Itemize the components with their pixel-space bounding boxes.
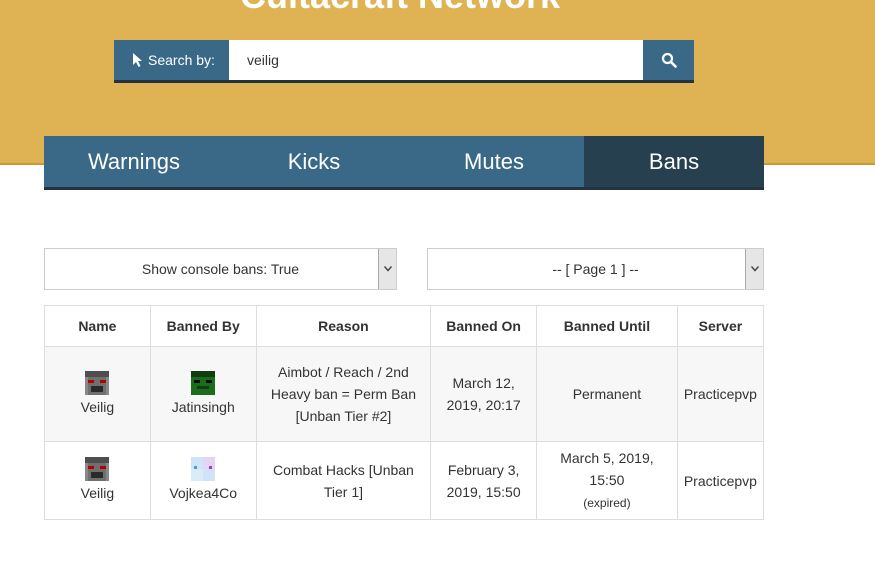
chevron-down-icon (745, 249, 763, 289)
player-avatar (85, 457, 110, 481)
punishment-tabs: Warnings Kicks Mutes Bans (44, 136, 764, 190)
staff-name: Jatinsingh (171, 398, 235, 415)
banned-until-value: March 5, 2019, 15:50 (560, 450, 654, 488)
banned-until-value: Permanent (572, 386, 642, 402)
search-input[interactable] (229, 40, 643, 80)
banned-until-cell: March 5, 2019, 15:50 (expired) (536, 441, 678, 520)
header-banned-on: Banned On (430, 305, 538, 347)
table-header-row: Name Banned By Reason Banned On Banned U… (44, 305, 765, 347)
page-select-value: -- [ Page 1 ] -- (552, 261, 639, 277)
header-server: Server (676, 305, 765, 347)
reason-cell: Aimbot / Reach / 2nd Heavy ban = Perm Ba… (255, 346, 432, 442)
site-title: Cultacraft Network (240, 0, 560, 14)
banned-by-cell[interactable]: Jatinsingh (149, 346, 257, 442)
table-row[interactable]: Veilig Jatinsingh Aimbot / Reach / 2nd H… (44, 346, 765, 442)
cursor-icon (133, 53, 142, 67)
page-select[interactable]: -- [ Page 1 ] -- (427, 248, 764, 290)
server-cell: Practicepvp (676, 441, 765, 520)
tab-mutes[interactable]: Mutes (404, 136, 584, 187)
header-banned-until: Banned Until (536, 305, 678, 347)
chevron-down-icon (378, 249, 396, 289)
header-banned-by: Banned By (149, 305, 257, 347)
tab-warnings[interactable]: Warnings (44, 136, 224, 187)
server-cell: Practicepvp (676, 346, 765, 442)
search-by-text: Search by: (148, 52, 215, 68)
name-cell[interactable]: Veilig (44, 346, 151, 442)
search-by-label: Search by: (114, 40, 229, 80)
console-bans-value: Show console bans: True (141, 261, 300, 277)
player-name: Veilig (80, 398, 115, 415)
banned-by-cell[interactable]: Vojkea4Co (149, 441, 257, 520)
staff-avatar (191, 457, 216, 481)
banned-until-cell: Permanent (536, 346, 678, 442)
name-cell[interactable]: Veilig (44, 441, 151, 520)
search-icon (661, 52, 677, 68)
banned-on-cell: March 12, 2019, 20:17 (430, 346, 538, 442)
reason-cell: Combat Hacks [Unban Tier 1] (255, 441, 432, 520)
tab-bans[interactable]: Bans (584, 136, 764, 187)
staff-avatar (191, 370, 216, 395)
search-button[interactable] (643, 40, 694, 80)
search-bar: Search by: (114, 40, 694, 83)
player-name: Veilig (80, 485, 115, 501)
bans-table: Name Banned By Reason Banned On Banned U… (44, 305, 765, 520)
banned-on-cell: February 3, 2019, 15:50 (430, 441, 538, 520)
player-avatar (85, 370, 110, 395)
header-name: Name (44, 305, 151, 347)
tab-kicks[interactable]: Kicks (224, 136, 404, 187)
header-reason: Reason (255, 305, 432, 347)
staff-name: Vojkea4Co (169, 485, 238, 501)
console-bans-select[interactable]: Show console bans: True (44, 248, 397, 290)
expired-label: (expired) (583, 496, 631, 510)
table-row[interactable]: Veilig Vojkea4Co Combat Hacks [Unban Tie… (44, 441, 765, 520)
